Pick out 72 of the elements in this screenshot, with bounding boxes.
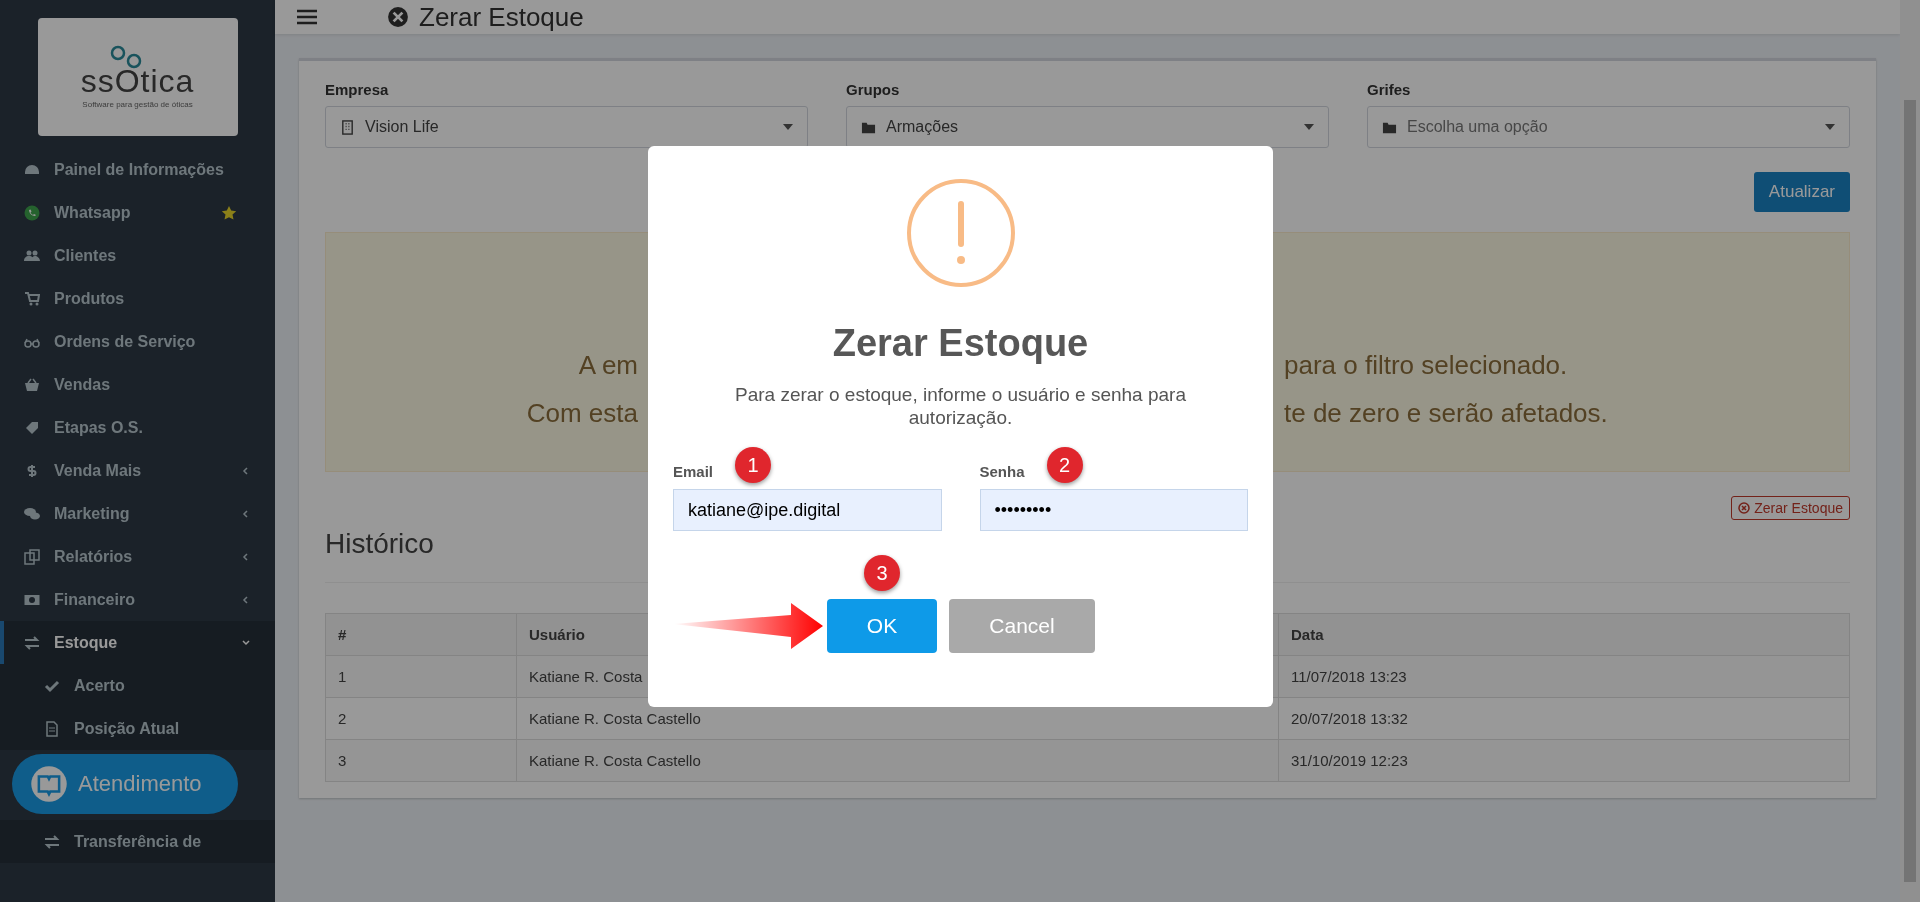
chevron-left-icon	[241, 508, 251, 519]
step-number: 2	[1046, 447, 1083, 483]
tag-icon	[24, 419, 40, 436]
alert-text: te de zero e serão afetados.	[1284, 397, 1608, 430]
warning-icon	[905, 178, 1016, 288]
select-field[interactable]: Escolha uma opção	[1367, 106, 1850, 148]
sidebar-item[interactable]: Posição Atual	[0, 707, 275, 750]
caret-icon	[1825, 124, 1835, 130]
sidebar-item[interactable]: Estoque	[0, 621, 275, 664]
menu-icon[interactable]	[297, 9, 317, 25]
caret-icon	[1304, 124, 1314, 130]
building-icon	[340, 119, 355, 135]
field-label: Email	[673, 462, 714, 480]
close-circle-icon	[1738, 502, 1751, 514]
input-field[interactable]: •••••••••	[979, 489, 1248, 531]
sidebar-item[interactable]: Vendas	[0, 363, 275, 406]
column-header: Data	[1278, 613, 1850, 656]
sidebar-item[interactable]: Painel de Informações	[0, 148, 275, 191]
doc-icon	[44, 720, 60, 737]
column-header: #	[325, 613, 517, 656]
logo-name: ssOtica	[80, 63, 195, 100]
chevron-down-icon	[241, 637, 251, 648]
sidebar-item[interactable]: Marketing	[0, 492, 275, 535]
reset-stock-button[interactable]: Zerar Estoque	[1731, 496, 1850, 520]
book-chat-icon	[30, 765, 68, 803]
field-label: Empresa	[325, 81, 390, 98]
sidebar-item[interactable]: Relatórios	[0, 535, 275, 578]
chat-icon	[24, 505, 40, 522]
logo-tagline: Software para gestão de óticas	[82, 100, 193, 109]
table-cell: 31/10/2019 12:23	[1278, 739, 1850, 782]
sidebar-item[interactable]: Ordens de Serviço	[0, 320, 275, 363]
basket-icon	[24, 376, 40, 393]
field-label: Grifes	[1367, 81, 1412, 98]
step-number: 3	[864, 555, 900, 591]
ok-button[interactable]: OK	[827, 599, 937, 653]
whatsapp-icon	[24, 204, 40, 221]
close-circle-icon	[387, 6, 409, 28]
caret-icon	[783, 124, 793, 130]
cancel-button[interactable]: Cancel	[949, 599, 1095, 653]
dialog-message: Para zerar o estoque, informe o usuário e senha para autorização.	[734, 383, 1187, 429]
support-chat-button[interactable]: Atendimento	[12, 754, 238, 814]
step-number: 1	[735, 447, 772, 483]
dialog-title: Zerar Estoque	[832, 322, 1089, 365]
field-label: Grupos	[846, 81, 901, 98]
sidebar-item[interactable]: Etapas O.S.	[0, 406, 275, 449]
alert-text: Com esta	[526, 397, 638, 430]
table-cell: 3	[325, 739, 517, 782]
table-cell: Katiane R. Costa Castello	[516, 739, 1279, 782]
chevron-left-icon	[241, 551, 251, 562]
cart-icon	[24, 290, 40, 307]
alert-text: para o filtro selecionado.	[1284, 349, 1568, 382]
swap-icon	[44, 833, 60, 850]
table-cell: 1	[325, 655, 517, 698]
table-cell: 20/07/2018 13:32	[1278, 697, 1850, 740]
copy-icon	[24, 548, 40, 565]
chevron-left-icon	[241, 465, 251, 476]
page-title: Zerar Estoque	[419, 1, 584, 33]
input-field[interactable]: katiane@ipe.digital	[673, 489, 942, 531]
sidebar-item[interactable]: Acerto	[0, 664, 275, 707]
sidebar-item[interactable]: Venda Mais	[0, 449, 275, 492]
sidebar-item[interactable]: Whatsapp	[0, 191, 275, 234]
sidebar-item[interactable]: Clientes	[0, 234, 275, 277]
update-button[interactable]: Atualizar	[1753, 172, 1850, 212]
table-cell: 11/07/2018 13:23	[1278, 655, 1850, 698]
field-label: Senha	[979, 462, 1025, 480]
sidebar-item[interactable]: Produtos	[0, 277, 275, 320]
table-cell: 2	[325, 697, 517, 740]
swap-icon	[24, 634, 40, 651]
chevron-left-icon	[241, 594, 251, 605]
sidebar-item[interactable]: Transferência de	[0, 820, 275, 863]
sidebar-item[interactable]: Financeiro	[0, 578, 275, 621]
alert-text: A em	[578, 349, 638, 382]
